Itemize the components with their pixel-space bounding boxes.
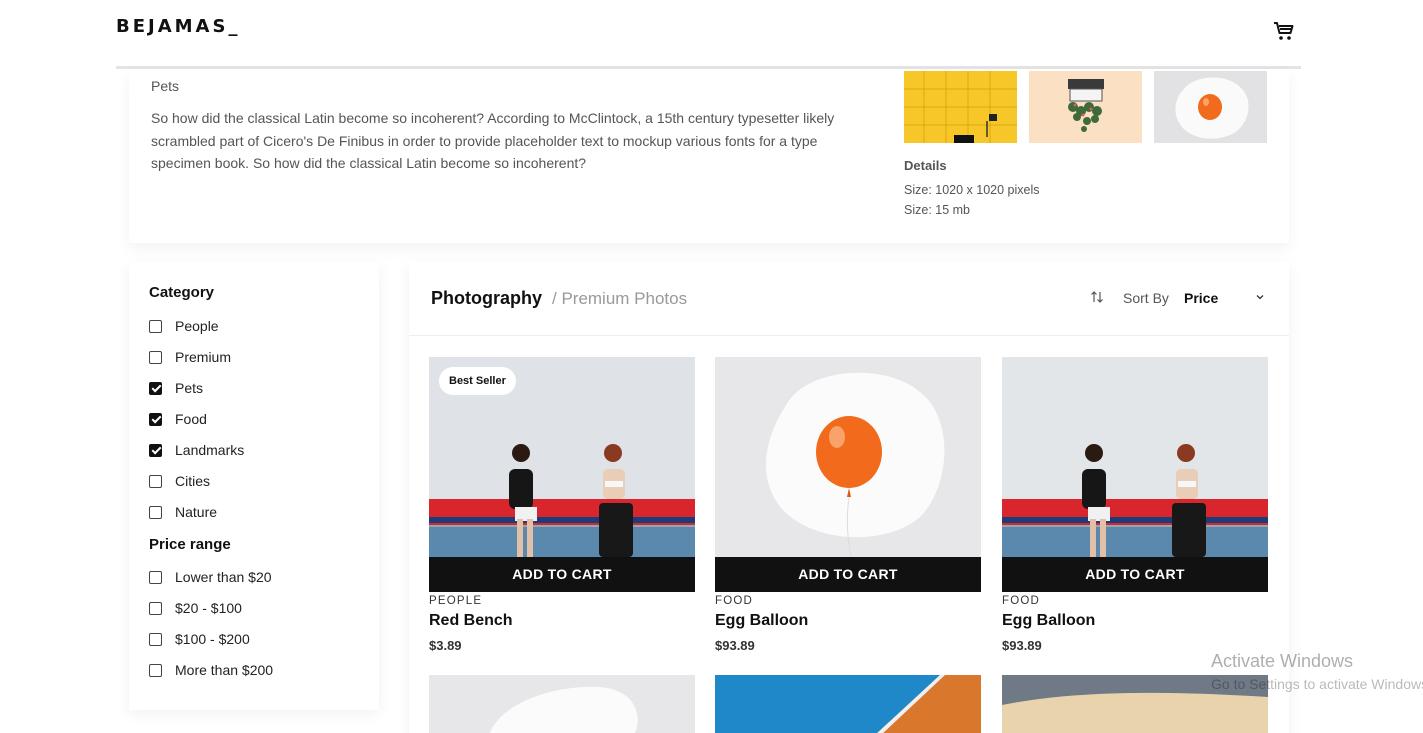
checkbox[interactable] [149, 350, 162, 364]
checkbox[interactable] [149, 474, 162, 488]
product-listing: Photography / Premium Photos Sort By Pri… [409, 262, 1289, 733]
filter-label: More than $200 [175, 662, 274, 678]
add-to-cart-button[interactable]: ADD TO CART [429, 557, 695, 592]
best-seller-badge: Best Seller [439, 367, 516, 395]
featured-product: Pets So how did the classical Latin beco… [129, 69, 1289, 243]
filter-price-100-200[interactable]: $100 - $200 [149, 629, 250, 649]
featured-category: Pets [151, 78, 180, 94]
filter-category-cities[interactable]: Cities [149, 471, 210, 491]
filter-category-food[interactable]: Food [149, 409, 207, 429]
listing-header: Photography / Premium Photos Sort By Pri… [409, 262, 1289, 336]
filter-category-premium[interactable]: Premium [149, 347, 231, 367]
price-range-heading: Price range [149, 536, 231, 553]
product-image-red-bench[interactable]: Best Seller [429, 357, 695, 557]
windows-activation-subtitle: Go to Settings to activate Windows. [1211, 676, 1423, 692]
thumbnail-flower-window[interactable] [1029, 71, 1142, 143]
page-subtitle: / Premium Photos [552, 289, 688, 308]
chevron-down-icon[interactable] [1255, 292, 1265, 302]
checkbox[interactable] [149, 319, 162, 333]
product-category: FOOD [715, 595, 754, 607]
sort-select[interactable]: Price [1184, 290, 1218, 306]
checkbox-checked[interactable] [149, 381, 162, 395]
checkbox[interactable] [149, 505, 162, 519]
filter-label: Cities [175, 473, 211, 489]
details-heading: Details [904, 158, 947, 173]
checkbox[interactable] [149, 632, 162, 646]
product-card[interactable]: Best Seller ADD TO CART PEOPLE Red Bench… [429, 357, 695, 653]
sort-by-label: Sort By [1123, 290, 1169, 306]
product-name[interactable]: Egg Balloon [1002, 612, 1095, 630]
product-category: FOOD [1002, 595, 1041, 607]
product-name[interactable]: Red Bench [429, 612, 513, 630]
filter-label: Nature [175, 504, 218, 520]
product-image-egg-balloon[interactable] [715, 357, 981, 557]
product-price: $93.89 [1002, 638, 1042, 653]
windows-activation-title: Activate Windows [1211, 651, 1354, 671]
product-price: $93.89 [715, 638, 755, 653]
checkbox-checked[interactable] [149, 443, 162, 457]
add-to-cart-button[interactable]: ADD TO CART [715, 557, 981, 592]
thumbnail-egg-balloon[interactable] [1154, 71, 1267, 143]
filter-price-20-100[interactable]: $20 - $100 [149, 598, 242, 618]
product-name[interactable]: Egg Balloon [715, 612, 808, 630]
filter-label: $20 - $100 [175, 600, 242, 616]
filter-category-people[interactable]: People [149, 316, 219, 336]
category-heading: Category [149, 284, 215, 301]
checkbox[interactable] [149, 601, 162, 615]
checkbox-checked[interactable] [149, 412, 162, 426]
filter-category-landmarks[interactable]: Landmarks [149, 440, 244, 460]
filter-label: People [175, 318, 219, 334]
checkbox[interactable] [149, 570, 162, 584]
filter-label: Pets [175, 380, 204, 396]
product-category: PEOPLE [429, 595, 483, 607]
details-dimensions: Size: 1020 x 1020 pixels [904, 183, 1040, 197]
product-price: $3.89 [429, 638, 462, 653]
product-image-egg-partial[interactable] [429, 675, 695, 733]
filter-price-over-200[interactable]: More than $200 [149, 660, 273, 680]
product-image-orange-building-partial[interactable] [715, 675, 981, 733]
filter-sidebar: Category People Premium Pets Food Landma… [129, 262, 379, 710]
filter-label: Landmarks [175, 442, 245, 458]
filter-label: $100 - $200 [175, 631, 250, 647]
checkbox[interactable] [149, 663, 162, 677]
details-filesize: Size: 15 mb [904, 203, 971, 217]
thumbnail-yellow-building[interactable] [904, 71, 1017, 143]
shopping-cart-icon[interactable] [1272, 20, 1296, 42]
product-card[interactable]: ADD TO CART FOOD Egg Balloon $93.89 [1002, 357, 1268, 653]
product-card[interactable]: ADD TO CART FOOD Egg Balloon $93.89 [715, 357, 981, 653]
top-header: BEJAMAS_ [0, 0, 1423, 66]
brand-logo[interactable]: BEJAMAS_ [116, 16, 240, 37]
page-title: Photography [431, 288, 542, 308]
filter-label: Food [175, 411, 207, 427]
filter-category-nature[interactable]: Nature [149, 502, 217, 522]
sort-arrows-icon[interactable] [1090, 290, 1104, 304]
filter-price-under-20[interactable]: Lower than $20 [149, 567, 272, 587]
product-image-red-bench[interactable] [1002, 357, 1268, 557]
add-to-cart-button[interactable]: ADD TO CART [1002, 557, 1268, 592]
filter-label: Lower than $20 [175, 569, 272, 585]
filter-label: Premium [175, 349, 232, 365]
featured-description: So how did the classical Latin become so… [151, 110, 835, 171]
filter-category-pets[interactable]: Pets [149, 378, 203, 398]
